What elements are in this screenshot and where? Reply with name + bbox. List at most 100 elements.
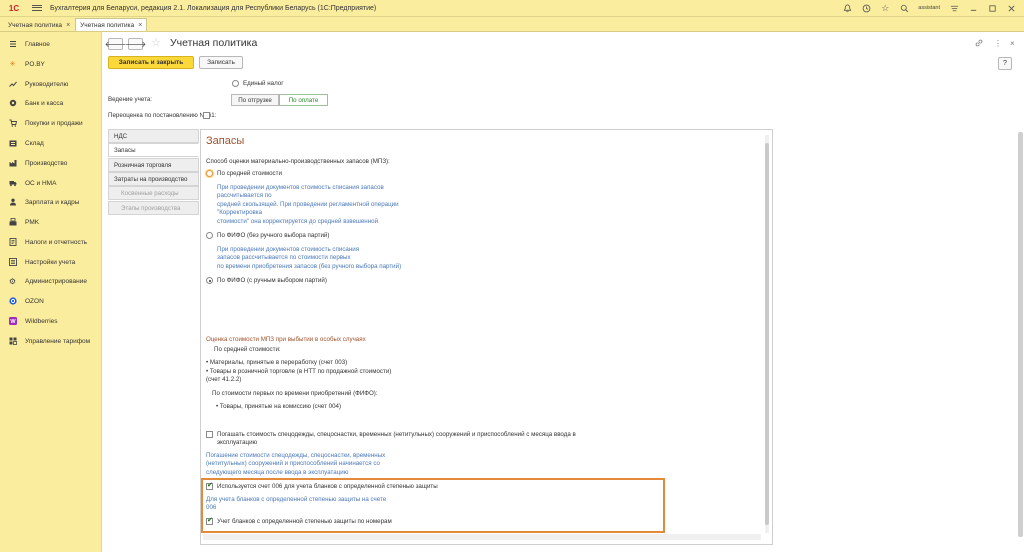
workwear-checkbox[interactable] [206, 431, 213, 438]
tab-production-stages[interactable]: Этапы производства [108, 201, 199, 215]
sidebar-item-purchases-sales[interactable]: Покупки и продажи [0, 116, 102, 130]
panel-scrollbar[interactable] [764, 135, 770, 533]
page-scroll-thumb[interactable] [1018, 132, 1023, 537]
warehouse-icon [8, 139, 17, 148]
tab-accounting-policy-2[interactable]: Учетная политика × [75, 18, 148, 31]
sidebar-item-tariff[interactable]: Управление тарифом [0, 334, 102, 348]
sidebar-item-label: Руководителю [25, 80, 69, 88]
tab-accounting-policy-1[interactable]: Учетная политика × [3, 18, 75, 31]
revaluation-checkbox[interactable] [203, 112, 210, 119]
settings-menu-icon[interactable] [949, 3, 959, 13]
sidebar-item-accounting-settings[interactable]: Настройки учета [0, 255, 102, 269]
sidebar-item-label: PMK [25, 218, 40, 226]
tab-label: Учетная политика [8, 21, 63, 29]
minimize-icon[interactable] [968, 3, 978, 13]
page-scrollbar[interactable] [1018, 72, 1023, 548]
sidebar-item-taxes[interactable]: Налоги и отчетность [0, 235, 102, 249]
back-button[interactable]: 🡐 [105, 38, 126, 50]
average-cost-radio[interactable] [206, 170, 213, 177]
sidebar-item-payroll[interactable]: Зарплата и кадры [0, 195, 102, 209]
main-area: 🡐 🡒 ☆ Учетная политика ⋮ × Записать и за… [103, 32, 1024, 552]
special-average-label: По средней стоимости: [214, 346, 281, 353]
special-fifo-label: По стоимости первых по времени приобрете… [212, 390, 378, 397]
average-hint: стоимости" она корректируется до средней… [217, 218, 379, 225]
restore-icon[interactable] [987, 3, 997, 13]
sidebar-item-production[interactable]: Производство [0, 156, 102, 170]
sidebar-item-wildberries[interactable]: W Wildberries [0, 314, 102, 328]
link-icon[interactable] [975, 39, 983, 49]
accounting-label: Ведение учета: [108, 96, 152, 103]
account-006-checkbox[interactable] [206, 481, 213, 490]
tab-retail[interactable]: Розничная торговля [108, 158, 199, 172]
main-menu-icon[interactable] [32, 3, 42, 13]
sidebar-item-label: Производство [25, 159, 68, 167]
user-name[interactable]: assistant [918, 5, 940, 11]
single-tax-radio[interactable] [232, 80, 239, 87]
gear-icon: ⚙ [8, 276, 17, 286]
factory-icon [8, 159, 17, 168]
sidebar-item-ozon[interactable]: OZON [0, 294, 102, 308]
average-cost-label: По средней стоимости [217, 170, 282, 177]
sidebar-item-warehouse[interactable]: Склад [0, 136, 102, 150]
fifo-auto-radio[interactable] [206, 232, 213, 239]
favorite-star-icon[interactable]: ☆ [151, 36, 161, 49]
special-average-item: (счет 41.2.2) [206, 376, 242, 383]
fifo-hint: по времени приобретения запасов (без руч… [217, 263, 402, 270]
average-hint: рассчитывается по [217, 192, 272, 199]
search-icon[interactable] [899, 3, 909, 13]
close-icon[interactable]: × [66, 22, 70, 29]
sidebar-item-label: Wildberries [25, 317, 58, 325]
account-006-label: Используется счет 006 для учета бланков … [217, 483, 438, 490]
sidebar-item-manager[interactable]: Руководителю [0, 77, 102, 91]
seg-payment[interactable]: По оплате [279, 94, 328, 106]
sidebar-item-label: Управление тарифом [25, 337, 91, 345]
close-icon[interactable]: × [138, 22, 142, 29]
sidebar-item-label: Настройки учета [25, 258, 76, 266]
special-average-item: • Товары в розничной торговле (в НТТ по … [206, 368, 392, 375]
settings-sections: НДС Запасы Розничная торговля Затраты на… [108, 129, 199, 219]
scroll-thumb[interactable] [765, 143, 769, 525]
fifo-manual-label: По ФИФО (с ручным выбором партий) [217, 277, 327, 284]
horizontal-scrollbar[interactable] [203, 534, 761, 540]
sidebar-item-label: ОС и НМА [25, 179, 57, 187]
sidebar-item-administration[interactable]: ⚙ Администрирование [0, 274, 102, 288]
forms-by-number-checkbox[interactable] [206, 516, 213, 525]
open-tabs-bar: Учетная политика × Учетная политика × [0, 17, 1024, 32]
favorites-star-icon[interactable]: ☆ [880, 3, 890, 13]
app-logo[interactable]: 1С [4, 3, 24, 14]
account-006-hint: Для учета бланков с определенной степень… [206, 496, 387, 503]
save-and-close-button[interactable]: Записать и закрыть [108, 56, 194, 69]
workwear-hint: Погашение стоимости спецодежды, спецосна… [206, 452, 386, 459]
special-cases-title: Оценка стоимости МПЗ при выбытии в особы… [206, 336, 366, 343]
ozon-icon [8, 297, 17, 306]
cash-register-icon [8, 218, 17, 227]
logo-text: 1С [8, 3, 20, 13]
tab-indirect-costs[interactable]: Косвенные расходы [108, 186, 199, 200]
sidebar-item-poby[interactable]: ✳ PO.BY [0, 57, 102, 71]
sidebar-item-bank[interactable]: Банк и касса [0, 96, 102, 110]
history-icon[interactable] [861, 3, 871, 13]
special-average-item: • Материалы, принятые в переработку (сче… [206, 359, 348, 366]
close-window-icon[interactable] [1006, 3, 1016, 13]
section-title: Запасы [206, 135, 245, 147]
sidebar-item-fixed-assets[interactable]: ОС и НМА [0, 176, 102, 190]
seg-shipment[interactable]: По отгрузке [231, 94, 279, 106]
sun-icon: ✳ [9, 61, 16, 68]
page-title: Учетная политика [170, 37, 258, 49]
more-menu-icon[interactable]: ⋮ [994, 39, 1002, 48]
fifo-manual-radio[interactable] [206, 277, 213, 284]
sidebar-item-label: Налоги и отчетность [25, 238, 88, 246]
sidebar-item-label: OZON [25, 297, 44, 305]
bell-icon[interactable] [842, 3, 852, 13]
save-button[interactable]: Записать [199, 56, 243, 69]
tab-production-costs[interactable]: Затраты на производство [108, 172, 199, 186]
sidebar-item-main[interactable]: Главное [0, 37, 102, 51]
tab-inventory[interactable]: Запасы [108, 143, 199, 157]
tax-icon [8, 238, 17, 247]
sidebar-item-pmk[interactable]: PMK [0, 215, 102, 229]
close-form-icon[interactable]: × [1010, 39, 1015, 48]
help-button[interactable]: ? [998, 57, 1012, 70]
coin-icon [8, 99, 17, 108]
forward-button[interactable]: 🡒 [125, 38, 146, 50]
tab-vat[interactable]: НДС [108, 129, 199, 143]
